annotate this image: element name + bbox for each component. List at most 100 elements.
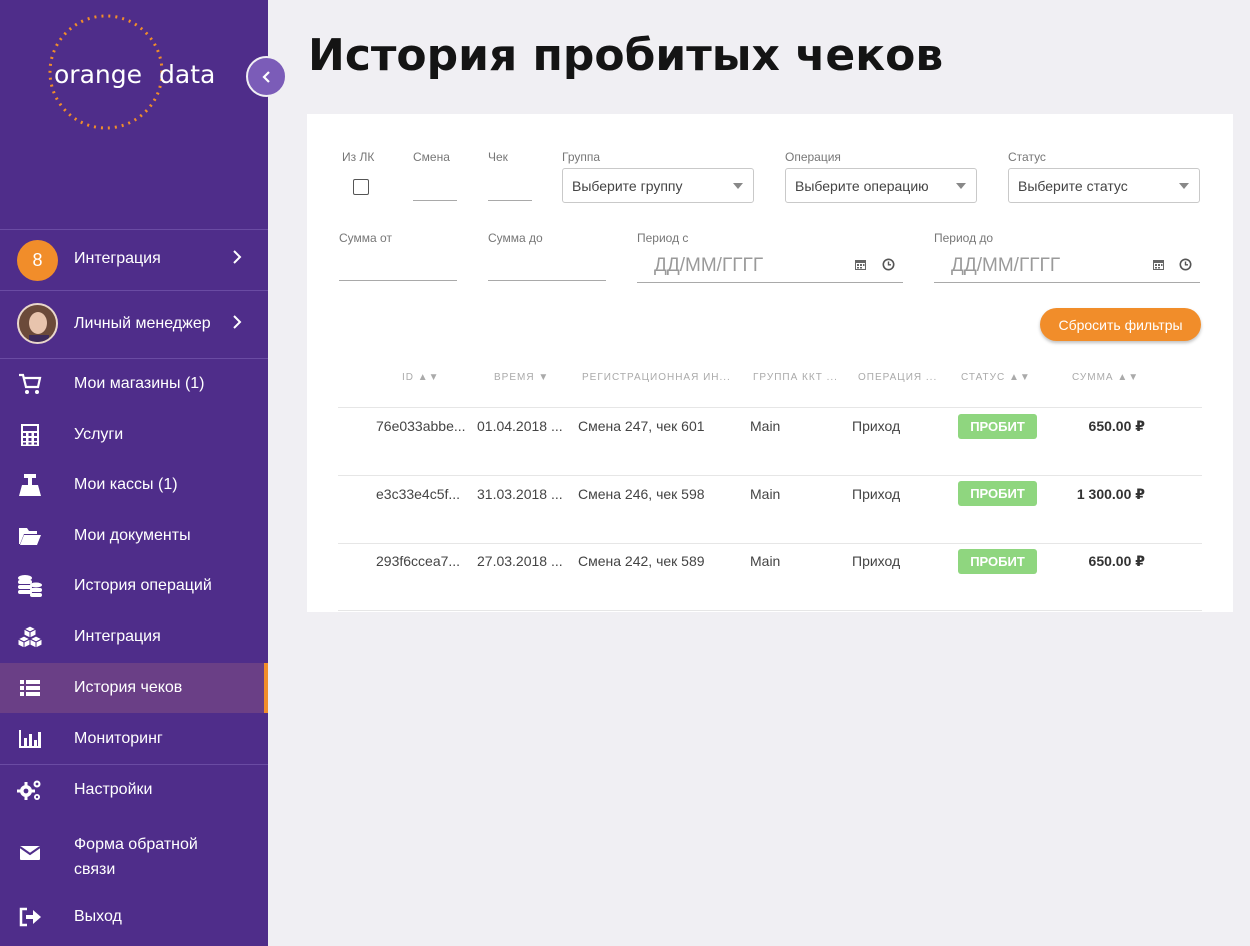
sidebar-item-label: Личный менеджер bbox=[74, 315, 211, 332]
column-header-operation[interactable]: ОПЕРАЦИЯ ... bbox=[858, 372, 937, 383]
sidebar-item-label: История чеков bbox=[74, 679, 183, 696]
period-to-label: Период до bbox=[934, 231, 994, 245]
status-select[interactable]: Выберите статус bbox=[1008, 168, 1200, 203]
check-input[interactable] bbox=[488, 200, 532, 201]
sidebar-item-my-registers[interactable]: Мои кассы (1) bbox=[0, 460, 268, 510]
logo-text-orange: orange bbox=[54, 60, 142, 89]
sidebar-item-my-stores[interactable]: Мои магазины (1) bbox=[0, 359, 268, 409]
sum-to-input[interactable] bbox=[488, 280, 606, 281]
cell-sum: 650.00 ₽ bbox=[1088, 553, 1145, 569]
period-from-label: Период с bbox=[637, 231, 689, 245]
status-select-value: Выберите статус bbox=[1018, 177, 1128, 194]
cell-time: 31.03.2018 ... bbox=[477, 486, 563, 502]
table-divider bbox=[338, 610, 1202, 611]
cell-sum: 650.00 ₽ bbox=[1088, 418, 1145, 434]
table-divider bbox=[338, 543, 1202, 544]
column-header-status[interactable]: СТАТУС ▲▼ bbox=[961, 372, 1031, 383]
cell-id: 76e033abbe... bbox=[376, 418, 466, 434]
logo[interactable]: orange data bbox=[40, 14, 230, 134]
cell-group: Main bbox=[750, 553, 781, 569]
group-label: Группа bbox=[562, 150, 601, 164]
sidebar: orange data 8 Интеграция Личный менеджер… bbox=[0, 0, 268, 946]
sidebar-item-my-documents[interactable]: Мои документы bbox=[0, 511, 268, 561]
cell-operation: Приход bbox=[852, 553, 901, 569]
sidebar-item-label: Интеграция bbox=[74, 628, 161, 645]
sidebar-item-integration[interactable]: Интеграция bbox=[0, 612, 268, 662]
cubes-icon bbox=[17, 624, 43, 650]
reset-filters-button[interactable]: Сбросить фильтры bbox=[1040, 308, 1201, 341]
sidebar-item-label: Мониторинг bbox=[74, 730, 163, 747]
column-header-id[interactable]: ID ▲▼ bbox=[402, 372, 440, 383]
sidebar-item-label: Услуги bbox=[74, 426, 124, 443]
sidebar-item-personal-manager[interactable]: Личный менеджер bbox=[0, 291, 268, 358]
sum-from-input[interactable] bbox=[339, 280, 457, 281]
sum-from-label: Сумма от bbox=[339, 231, 392, 245]
active-indicator bbox=[264, 663, 268, 713]
sidebar-item-check-history[interactable]: История чеков bbox=[0, 663, 268, 713]
table-divider bbox=[338, 475, 1202, 476]
column-header-time[interactable]: ВРЕМЯ ▼ bbox=[494, 372, 549, 383]
envelope-icon bbox=[17, 840, 43, 866]
sign-out-icon bbox=[17, 904, 43, 930]
gears-icon bbox=[17, 777, 43, 803]
sidebar-item-label: История операций bbox=[74, 577, 212, 594]
column-header-sum[interactable]: СУММА ▲▼ bbox=[1072, 372, 1139, 383]
sidebar-item-operations-history[interactable]: История операций bbox=[0, 561, 268, 611]
cell-group: Main bbox=[750, 418, 781, 434]
register-icon bbox=[17, 472, 43, 498]
sidebar-item-monitoring[interactable]: Мониторинг bbox=[0, 714, 268, 764]
from-lk-label: Из ЛК bbox=[342, 150, 375, 164]
sidebar-item-label: Мои кассы (1) bbox=[74, 476, 178, 493]
column-header-registration[interactable]: РЕГИСТРАЦИОННАЯ ИН... bbox=[582, 372, 731, 383]
chevron-right-icon bbox=[232, 249, 242, 270]
period-to-input[interactable]: ДД/ММ/ГГГГ bbox=[951, 255, 1060, 277]
cell-group: Main bbox=[750, 486, 781, 502]
cell-sum: 1 300.00 ₽ bbox=[1076, 486, 1145, 502]
chevron-right-icon bbox=[232, 314, 242, 335]
sum-to-label: Сумма до bbox=[488, 231, 543, 245]
caret-down-icon bbox=[733, 183, 743, 189]
from-lk-checkbox[interactable] bbox=[353, 179, 369, 195]
list-icon bbox=[17, 675, 43, 701]
cell-time: 01.04.2018 ... bbox=[477, 418, 563, 434]
period-to-underline bbox=[934, 282, 1200, 283]
period-from-input[interactable]: ДД/ММ/ГГГГ bbox=[654, 255, 763, 277]
clock-icon[interactable] bbox=[1179, 258, 1192, 274]
bar-chart-icon bbox=[17, 726, 43, 752]
chevron-left-icon bbox=[261, 70, 270, 83]
sidebar-item-integration-top[interactable]: 8 Интеграция bbox=[0, 230, 268, 290]
sidebar-item-label: Интеграция bbox=[74, 250, 161, 267]
sidebar-item-label: Мои магазины (1) bbox=[74, 375, 205, 392]
cell-operation: Приход bbox=[852, 418, 901, 434]
cell-operation: Приход bbox=[852, 486, 901, 502]
sidebar-item-services[interactable]: Услуги bbox=[0, 410, 268, 460]
logo-text-data: data bbox=[159, 60, 216, 89]
caret-down-icon bbox=[1179, 183, 1189, 189]
period-from-underline bbox=[637, 282, 903, 283]
cart-icon bbox=[17, 371, 43, 397]
group-select[interactable]: Выберите группу bbox=[562, 168, 754, 203]
sidebar-item-label: Настройки bbox=[74, 781, 153, 798]
sidebar-item-feedback[interactable]: Форма обратной связи bbox=[0, 815, 268, 891]
cell-registration: Смена 242, чек 589 bbox=[578, 553, 705, 569]
sidebar-collapse-button[interactable] bbox=[246, 56, 287, 97]
page-title: История пробитых чеков bbox=[308, 30, 944, 81]
avatar bbox=[17, 303, 58, 344]
sidebar-item-settings[interactable]: Настройки bbox=[0, 765, 268, 815]
sidebar-item-logout[interactable]: Выход bbox=[0, 892, 268, 942]
table-divider bbox=[338, 407, 1202, 408]
check-label: Чек bbox=[488, 150, 508, 164]
shift-input[interactable] bbox=[413, 200, 457, 201]
calendar-icon[interactable] bbox=[1152, 258, 1165, 274]
cell-time: 27.03.2018 ... bbox=[477, 553, 563, 569]
column-header-group[interactable]: ГРУППА ККТ ... bbox=[753, 372, 838, 383]
sidebar-item-label: Выход bbox=[74, 908, 122, 925]
calendar-icon[interactable] bbox=[854, 258, 867, 274]
operation-select-value: Выберите операцию bbox=[795, 177, 929, 194]
cell-id: 293f6ccea7... bbox=[376, 553, 461, 569]
folder-icon bbox=[17, 523, 43, 549]
clock-icon[interactable] bbox=[882, 258, 895, 274]
status-label: Статус bbox=[1008, 150, 1046, 164]
operation-select[interactable]: Выберите операцию bbox=[785, 168, 977, 203]
sidebar-item-label-line1: Форма обратной bbox=[74, 836, 198, 853]
